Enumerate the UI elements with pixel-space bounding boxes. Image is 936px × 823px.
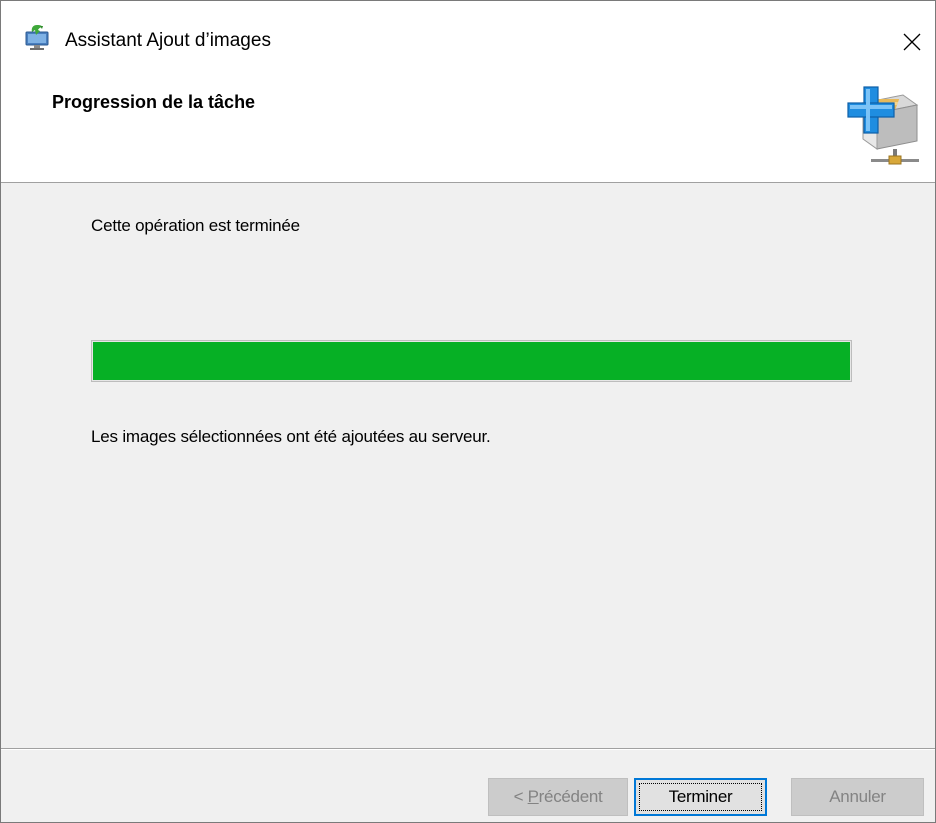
close-button[interactable] xyxy=(889,1,935,83)
previous-button-prefix: < xyxy=(513,787,528,806)
window-title: Assistant Ajout d’images xyxy=(65,30,271,51)
previous-button[interactable]: < Précédent xyxy=(488,778,628,816)
cancel-button[interactable]: Annuler xyxy=(791,778,924,816)
page-title: Progression de la tâche xyxy=(52,92,256,112)
progress-bar xyxy=(91,340,852,382)
wizard-header: Progression de la tâche xyxy=(1,83,935,183)
finish-button-label: Terminer xyxy=(668,787,733,806)
box-add-network-icon xyxy=(847,86,919,165)
status-text: Cette opération est terminée xyxy=(91,216,300,235)
close-icon xyxy=(903,33,921,51)
result-text: Les images sélectionnées ont été ajoutée… xyxy=(91,427,491,446)
monitor-install-icon xyxy=(25,25,49,50)
cancel-button-label: Annuler xyxy=(829,787,886,806)
wizard-window: Assistant Ajout d’images Progression de … xyxy=(0,0,936,823)
finish-button[interactable]: Terminer xyxy=(634,778,767,816)
previous-button-rest: récédent xyxy=(538,787,603,806)
wizard-content: Cette opération est terminée Les images … xyxy=(1,183,935,748)
title-bar[interactable]: Assistant Ajout d’images xyxy=(1,1,935,83)
previous-button-mnemonic: P xyxy=(527,787,539,806)
footer-divider-highlight xyxy=(1,749,935,750)
progress-fill xyxy=(93,342,850,380)
